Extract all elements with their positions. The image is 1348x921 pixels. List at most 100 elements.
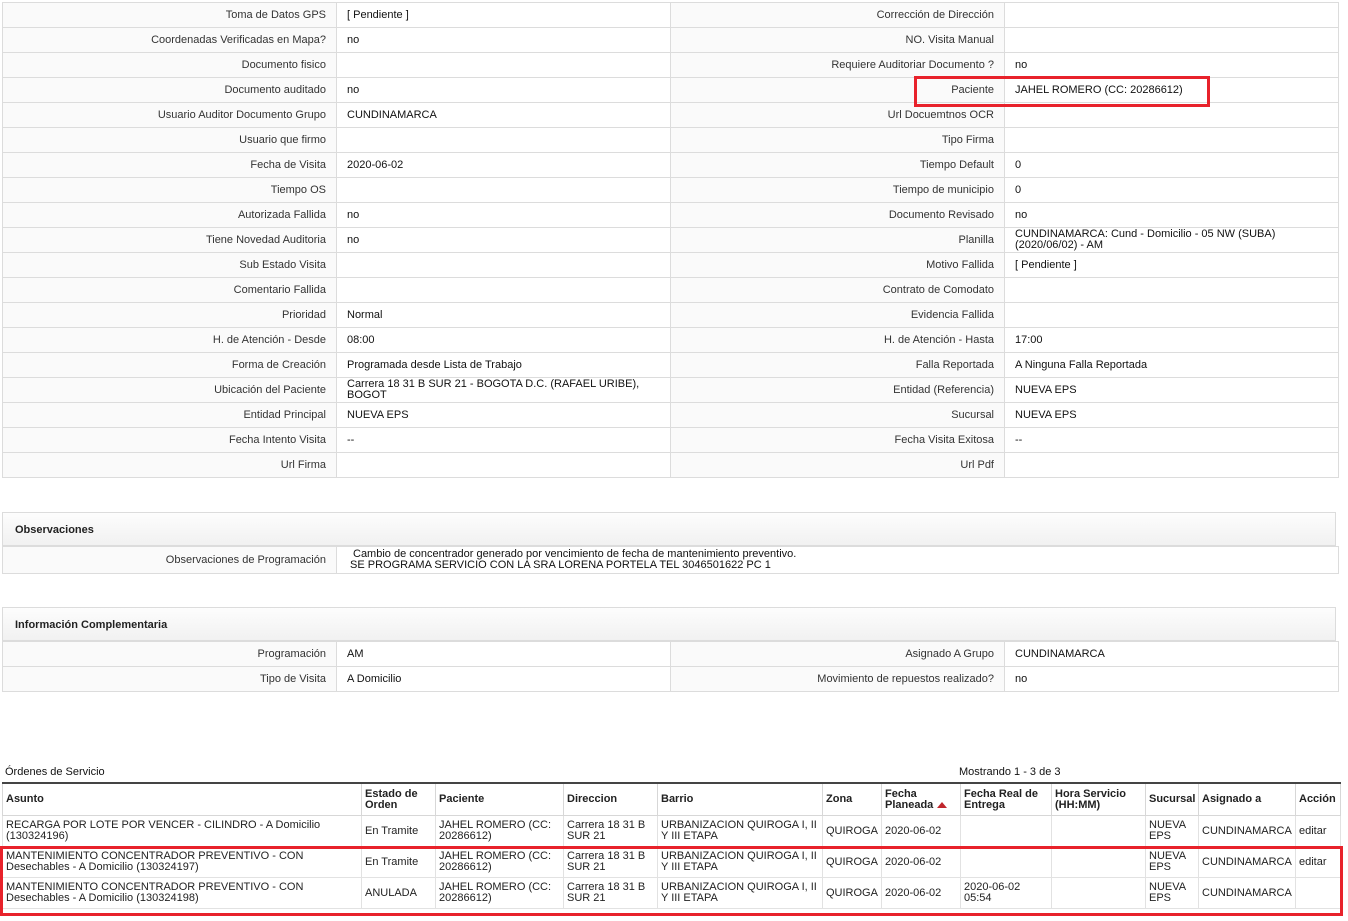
detail-value (1004, 2, 1339, 28)
detail-value: CUNDINAMARCA: Cund - Domicilio - 05 NW (… (1004, 227, 1339, 253)
orders-column-header[interactable]: Zona (822, 782, 882, 816)
detail-value: CUNDINAMARCA (336, 102, 671, 128)
order-cell: CUNDINAMARCA (1198, 815, 1296, 847)
orders-column-label: Sucursal (1149, 793, 1196, 805)
detail-value: 0 (1004, 177, 1339, 203)
orders-column-label: Fecha Planeada (885, 787, 934, 811)
order-cell: CUNDINAMARCA (1198, 877, 1296, 909)
detail-label: Url Docuemtnos OCR (670, 102, 1005, 128)
sort-asc-icon[interactable] (937, 801, 948, 808)
order-cell: 2020-06-02 05:54 (960, 877, 1052, 909)
complementaria-label: Tipo de Visita (2, 666, 337, 692)
orders-column-header[interactable]: Fecha Real de Entrega (960, 782, 1052, 816)
detail-value (336, 252, 671, 278)
orders-column-label: Direccion (567, 793, 618, 805)
observaciones-line-2: SE PROGRAMA SERVICIO CON LA SRA LORENA P… (350, 559, 771, 571)
detail-label: Falla Reportada (670, 352, 1005, 378)
complementaria-header: Información Complementaria (2, 607, 1336, 641)
order-cell (1051, 877, 1146, 909)
detail-value (1004, 102, 1339, 128)
detail-value (1004, 452, 1339, 478)
visit-details-table: Toma de Datos GPS[ Pendiente ] Corrección… (2, 2, 1339, 478)
detail-value: NUEVA EPS (1004, 402, 1339, 428)
detail-row: Forma de Creación Programada desde Lista … (2, 352, 1339, 378)
orders-column-header[interactable]: Asunto (2, 782, 362, 816)
orders-column-label: Zona (826, 793, 853, 805)
detail-label: Sucursal (670, 402, 1005, 428)
order-cell (960, 815, 1052, 847)
orders-table: Asunto Estado de Orden Paciente Direccion Ba… (2, 782, 1341, 909)
observaciones-table: Observaciones de Programación Cambio de … (2, 546, 1339, 574)
observaciones-value: Cambio de concentrador generado por venc… (336, 546, 1339, 574)
detail-row: Comentario Fallida Contrato de Comodato (2, 277, 1339, 303)
order-edit-link (1295, 877, 1341, 909)
orders-column-header[interactable]: Direccion (563, 782, 658, 816)
orders-column-label: Fecha Real de Entrega (964, 787, 1038, 811)
order-edit-link[interactable]: editar (1295, 846, 1341, 878)
detail-label: Requiere Auditoriar Documento ? (670, 52, 1005, 78)
orders-column-header[interactable]: Hora Servicio (HH:MM) (1051, 782, 1146, 816)
orders-column-header[interactable]: Fecha Planeada (881, 782, 961, 816)
orders-column-label: Estado de Orden (365, 787, 418, 811)
orders-count: Mostrando 1 - 3 de 3 (959, 766, 1061, 778)
complementaria-table: Programación AM Asignado A Grupo CUNDINAMAR… (2, 641, 1339, 692)
complementaria-value: CUNDINAMARCA (1004, 641, 1339, 667)
order-cell (1051, 815, 1146, 847)
order-edit-link[interactable]: editar (1295, 815, 1341, 847)
order-row: MANTENIMIENTO CONCENTRADOR PREVENTIVO - … (2, 877, 1341, 909)
order-cell: Carrera 18 31 B SUR 21 (563, 846, 658, 878)
detail-label: Toma de Datos GPS (2, 2, 337, 28)
order-cell: 2020-06-02 (881, 815, 961, 847)
order-cell: URBANIZACION QUIROGA I, II Y III ETAPA (657, 815, 823, 847)
detail-label: Url Firma (2, 452, 337, 478)
complementaria-label: Programación (2, 641, 337, 667)
order-cell: JAHEL ROMERO (CC: 20286612) (435, 846, 564, 878)
orders-column-label: Asunto (6, 793, 44, 805)
order-cell: Carrera 18 31 B SUR 21 (563, 877, 658, 909)
orders-column-header[interactable]: Sucursal (1145, 782, 1199, 816)
observaciones-label: Observaciones de Programación (2, 546, 337, 574)
order-cell: En Tramite (361, 846, 436, 878)
orders-column-header[interactable]: Estado de Orden (361, 782, 436, 816)
detail-row: Fecha de Visita 2020-06-02 Tiempo Default 0 (2, 152, 1339, 178)
detail-value: no (1004, 202, 1339, 228)
orders-column-label: Barrio (661, 793, 694, 805)
order-row: RECARGA POR LOTE POR VENCER - CILINDRO -… (2, 815, 1341, 847)
detail-label: Corrección de Dirección (670, 2, 1005, 28)
detail-label: H. de Atención - Desde (2, 327, 337, 353)
orders-column-header[interactable]: Paciente (435, 782, 564, 816)
detail-label: Documento fisico (2, 52, 337, 78)
detail-row: Fecha Intento Visita -- Fecha Visita Exito… (2, 427, 1339, 453)
orders-column-header[interactable]: Barrio (657, 782, 823, 816)
detail-label: Sub Estado Visita (2, 252, 337, 278)
detail-row: Documento fisico Requiere Auditoriar Docu… (2, 52, 1339, 78)
detail-value: -- (336, 427, 671, 453)
complementaria-value: no (1004, 666, 1339, 692)
detail-value: NUEVA EPS (336, 402, 671, 428)
detail-label: Coordenadas Verificadas en Mapa? (2, 27, 337, 53)
order-row: MANTENIMIENTO CONCENTRADOR PREVENTIVO - … (2, 846, 1341, 878)
detail-value: Carrera 18 31 B SUR 21 - BOGOTA D.C. (RA… (336, 377, 671, 403)
detail-label: Tiempo OS (2, 177, 337, 203)
detail-label: Paciente (670, 77, 1005, 103)
order-cell: 2020-06-02 (881, 846, 961, 878)
detail-value: 08:00 (336, 327, 671, 353)
order-cell: ANULADA (361, 877, 436, 909)
detail-row: Prioridad Normal Evidencia Fallida (2, 302, 1339, 328)
detail-label: H. de Atención - Hasta (670, 327, 1005, 353)
detail-value: 17:00 (1004, 327, 1339, 353)
detail-label: Prioridad (2, 302, 337, 328)
orders-column-label: Paciente (439, 793, 485, 805)
detail-row: H. de Atención - Desde 08:00 H. de Atenció… (2, 327, 1339, 353)
orders-column-header[interactable]: Asignado a (1198, 782, 1296, 816)
detail-value (1004, 127, 1339, 153)
detail-value: 2020-06-02 (336, 152, 671, 178)
detail-value: NUEVA EPS (1004, 377, 1339, 403)
detail-value: no (336, 77, 671, 103)
detail-value: A Ninguna Falla Reportada (1004, 352, 1339, 378)
detail-label: NO. Visita Manual (670, 27, 1005, 53)
detail-label: Documento auditado (2, 77, 337, 103)
detail-value: [ Pendiente ] (336, 2, 671, 28)
orders-column-header[interactable]: Acción (1295, 782, 1341, 816)
detail-label: Documento Revisado (670, 202, 1005, 228)
